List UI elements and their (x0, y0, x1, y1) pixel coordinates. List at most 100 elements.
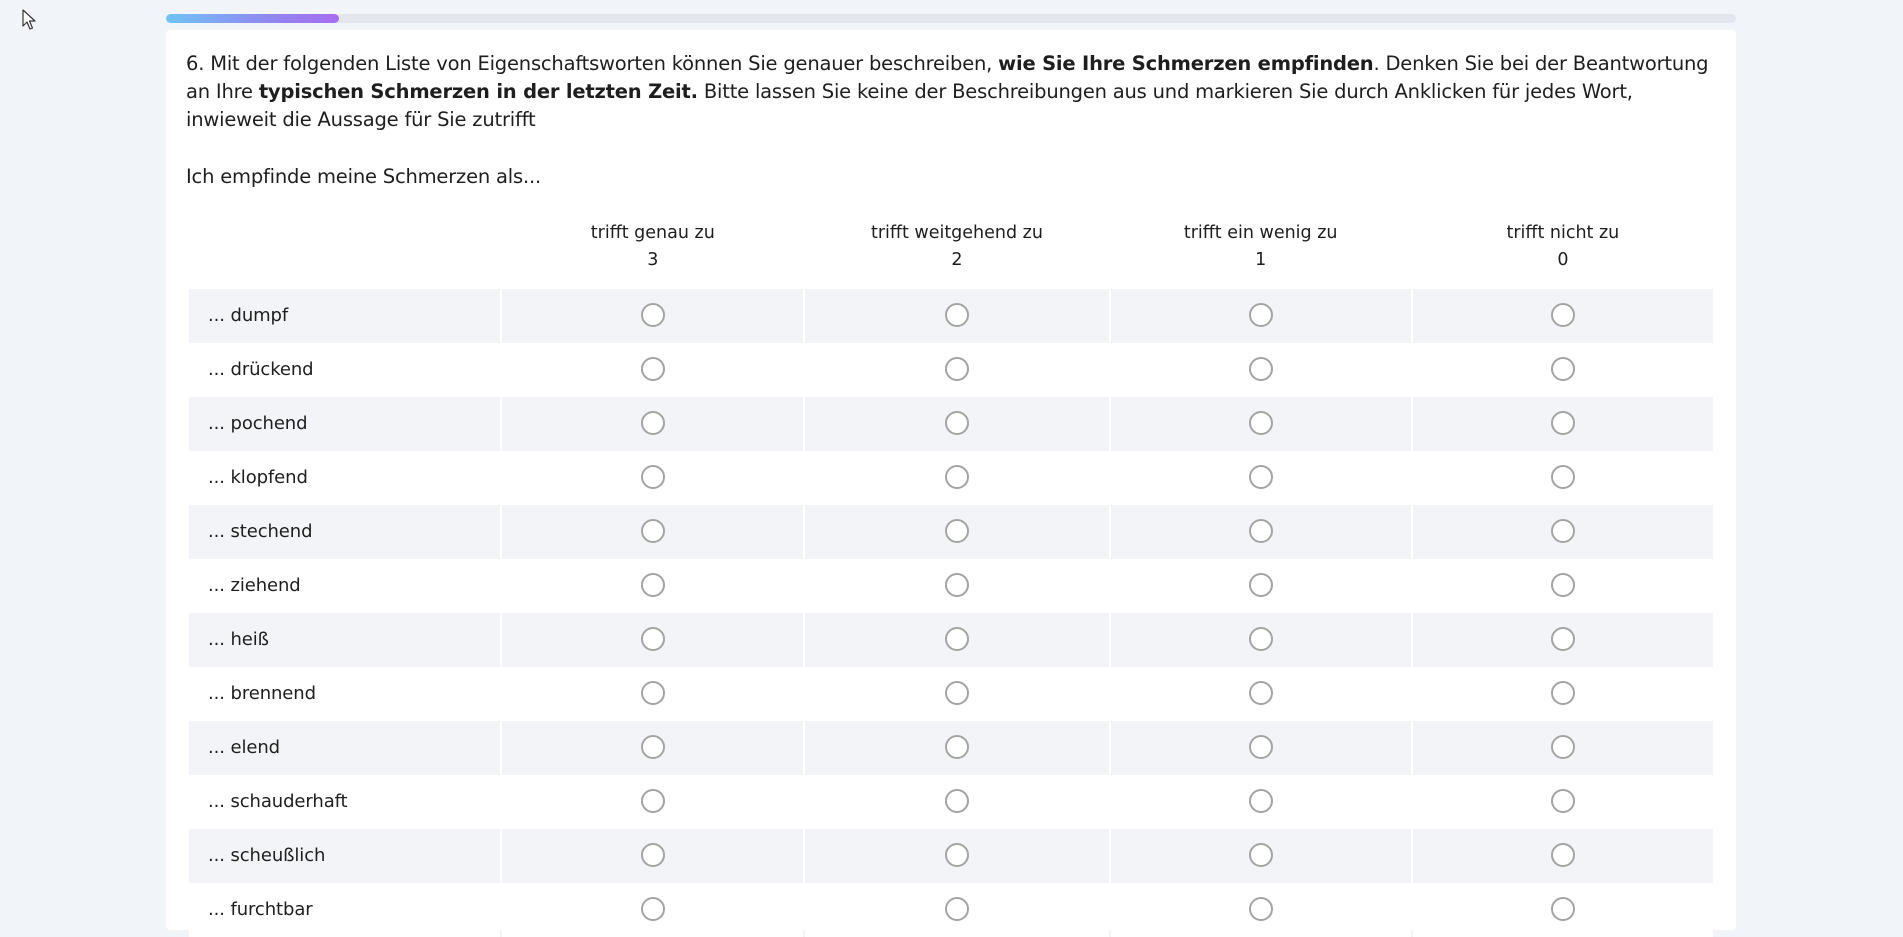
radio-cell[interactable] (502, 829, 804, 883)
radio-cell[interactable] (805, 829, 1109, 883)
radio-empty-icon[interactable] (944, 465, 969, 489)
radio-cell[interactable] (502, 721, 804, 775)
radio-cell[interactable] (502, 883, 804, 937)
radio-cell[interactable] (805, 721, 1109, 775)
radio-cell[interactable] (1110, 289, 1411, 343)
radio-cell[interactable] (1110, 613, 1411, 667)
radio-empty-icon[interactable] (1550, 465, 1575, 489)
radio-cell[interactable] (1110, 883, 1411, 937)
radio-cell[interactable] (1110, 559, 1411, 613)
radio-cell[interactable] (805, 343, 1109, 397)
radio-cell[interactable] (1412, 613, 1713, 667)
radio-empty-icon[interactable] (1550, 519, 1575, 543)
radio-cell[interactable] (1412, 451, 1713, 505)
radio-empty-icon[interactable] (1248, 897, 1273, 921)
radio-cell[interactable] (502, 505, 804, 559)
radio-empty-icon[interactable] (640, 843, 665, 867)
radio-cell[interactable] (502, 613, 804, 667)
radio-empty-icon[interactable] (1248, 627, 1273, 651)
radio-empty-icon[interactable] (1248, 735, 1273, 759)
radio-empty-icon[interactable] (640, 789, 665, 813)
radio-cell[interactable] (805, 397, 1109, 451)
radio-empty-icon[interactable] (1248, 843, 1273, 867)
radio-empty-icon[interactable] (1550, 627, 1575, 651)
radio-cell[interactable] (1412, 667, 1713, 721)
radio-cell[interactable] (502, 667, 804, 721)
radio-empty-icon[interactable] (640, 681, 665, 705)
radio-empty-icon[interactable] (640, 357, 665, 381)
radio-empty-icon[interactable] (1550, 843, 1575, 867)
radio-cell[interactable] (1412, 883, 1713, 937)
radio-cell[interactable] (1412, 505, 1713, 559)
radio-empty-icon[interactable] (944, 411, 969, 435)
radio-cell[interactable] (502, 559, 804, 613)
radio-cell[interactable] (1412, 289, 1713, 343)
radio-cell[interactable] (1110, 775, 1411, 829)
radio-empty-icon[interactable] (640, 411, 665, 435)
radio-cell[interactable] (1412, 775, 1713, 829)
radio-cell[interactable] (805, 883, 1109, 937)
radio-empty-icon[interactable] (944, 735, 969, 759)
radio-empty-icon[interactable] (944, 843, 969, 867)
radio-empty-icon[interactable] (1248, 411, 1273, 435)
radio-cell[interactable] (805, 775, 1109, 829)
radio-empty-icon[interactable] (1248, 519, 1273, 543)
radio-empty-icon[interactable] (1248, 357, 1273, 381)
radio-empty-icon[interactable] (1550, 897, 1575, 921)
radio-empty-icon[interactable] (640, 465, 665, 489)
radio-cell[interactable] (805, 505, 1109, 559)
radio-cell[interactable] (1110, 451, 1411, 505)
radio-cell[interactable] (1412, 343, 1713, 397)
radio-empty-icon[interactable] (944, 519, 969, 543)
radio-empty-icon[interactable] (944, 627, 969, 651)
radio-empty-icon[interactable] (1550, 789, 1575, 813)
radio-cell[interactable] (805, 289, 1109, 343)
radio-empty-icon[interactable] (640, 735, 665, 759)
radio-cell[interactable] (502, 451, 804, 505)
radio-empty-icon[interactable] (1248, 465, 1273, 489)
radio-empty-icon[interactable] (1248, 789, 1273, 813)
radio-cell[interactable] (1110, 721, 1411, 775)
radio-cell[interactable] (502, 289, 804, 343)
radio-empty-icon[interactable] (1550, 411, 1575, 435)
radio-cell[interactable] (805, 559, 1109, 613)
radio-cell[interactable] (1110, 397, 1411, 451)
radio-empty-icon[interactable] (1550, 735, 1575, 759)
radio-empty-icon[interactable] (1248, 303, 1273, 327)
radio-empty-icon[interactable] (1248, 573, 1273, 597)
radio-cell[interactable] (1412, 829, 1713, 883)
radio-cell[interactable] (1412, 397, 1713, 451)
radio-empty-icon[interactable] (1550, 573, 1575, 597)
radio-cell[interactable] (502, 343, 804, 397)
radio-empty-icon[interactable] (1550, 681, 1575, 705)
radio-empty-icon[interactable] (640, 627, 665, 651)
radio-cell[interactable] (1412, 721, 1713, 775)
radio-empty-icon[interactable] (640, 303, 665, 327)
radio-empty-icon[interactable] (944, 897, 969, 921)
radio-cell[interactable] (805, 451, 1109, 505)
radio-empty-icon[interactable] (944, 681, 969, 705)
radio-cell[interactable] (1110, 667, 1411, 721)
matrix-row: ... stechend (189, 505, 1713, 559)
radio-empty-icon[interactable] (640, 573, 665, 597)
radio-cell[interactable] (502, 397, 804, 451)
radio-empty-icon[interactable] (640, 897, 665, 921)
radio-empty-icon[interactable] (944, 573, 969, 597)
radio-cell[interactable] (805, 613, 1109, 667)
column-header: trifft weitgehend zu 2 (805, 220, 1108, 289)
radio-empty-icon[interactable] (944, 303, 969, 327)
column-header-value: 0 (1557, 250, 1569, 270)
radio-empty-icon[interactable] (1248, 681, 1273, 705)
radio-cell[interactable] (805, 667, 1109, 721)
radio-cell[interactable] (1110, 343, 1411, 397)
radio-cell[interactable] (1412, 559, 1713, 613)
progress-bar (166, 14, 1736, 23)
radio-empty-icon[interactable] (1550, 303, 1575, 327)
radio-empty-icon[interactable] (1550, 357, 1575, 381)
radio-cell[interactable] (1110, 829, 1411, 883)
radio-cell[interactable] (502, 775, 804, 829)
radio-empty-icon[interactable] (944, 357, 969, 381)
radio-empty-icon[interactable] (640, 519, 665, 543)
radio-empty-icon[interactable] (944, 789, 969, 813)
radio-cell[interactable] (1110, 505, 1411, 559)
